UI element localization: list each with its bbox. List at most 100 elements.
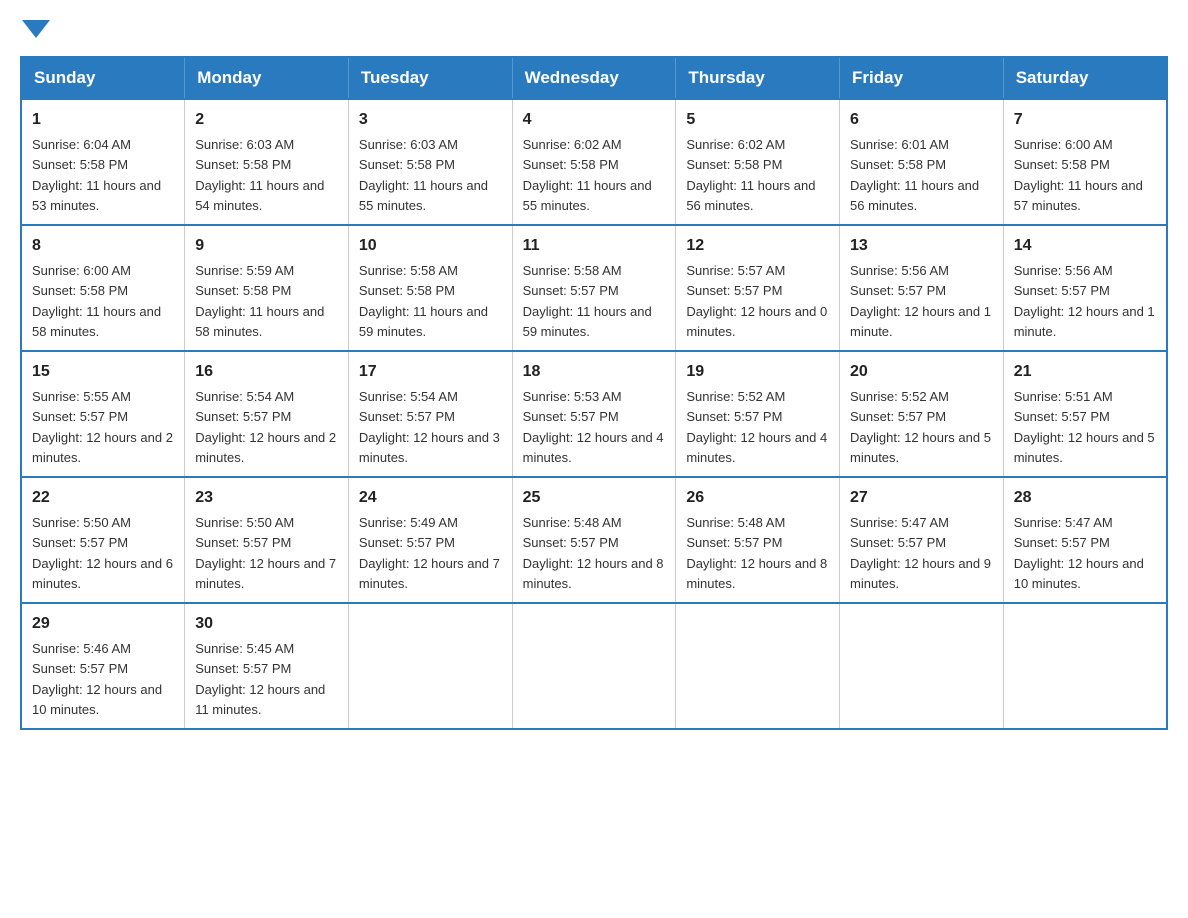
day-info: Sunrise: 5:59 AMSunset: 5:58 PMDaylight:… [195, 263, 324, 339]
calendar-cell: 13 Sunrise: 5:56 AMSunset: 5:57 PMDaylig… [840, 225, 1004, 351]
header-monday: Monday [185, 57, 349, 99]
day-info: Sunrise: 5:53 AMSunset: 5:57 PMDaylight:… [523, 389, 664, 465]
calendar-week-row: 22 Sunrise: 5:50 AMSunset: 5:57 PMDaylig… [21, 477, 1167, 603]
day-number: 23 [195, 486, 338, 510]
calendar-cell: 8 Sunrise: 6:00 AMSunset: 5:58 PMDayligh… [21, 225, 185, 351]
day-info: Sunrise: 5:57 AMSunset: 5:57 PMDaylight:… [686, 263, 827, 339]
header-friday: Friday [840, 57, 1004, 99]
day-info: Sunrise: 5:47 AMSunset: 5:57 PMDaylight:… [1014, 515, 1144, 591]
calendar-cell: 17 Sunrise: 5:54 AMSunset: 5:57 PMDaylig… [348, 351, 512, 477]
day-info: Sunrise: 5:52 AMSunset: 5:57 PMDaylight:… [850, 389, 991, 465]
header-thursday: Thursday [676, 57, 840, 99]
day-number: 14 [1014, 234, 1156, 258]
calendar-cell: 10 Sunrise: 5:58 AMSunset: 5:58 PMDaylig… [348, 225, 512, 351]
calendar-header: Sunday Monday Tuesday Wednesday Thursday… [21, 57, 1167, 99]
day-number: 1 [32, 108, 174, 132]
calendar-cell: 1 Sunrise: 6:04 AMSunset: 5:58 PMDayligh… [21, 99, 185, 225]
day-number: 16 [195, 360, 338, 384]
day-info: Sunrise: 5:52 AMSunset: 5:57 PMDaylight:… [686, 389, 827, 465]
calendar-cell: 7 Sunrise: 6:00 AMSunset: 5:58 PMDayligh… [1003, 99, 1167, 225]
day-info: Sunrise: 5:51 AMSunset: 5:57 PMDaylight:… [1014, 389, 1155, 465]
calendar-cell: 19 Sunrise: 5:52 AMSunset: 5:57 PMDaylig… [676, 351, 840, 477]
calendar-cell: 27 Sunrise: 5:47 AMSunset: 5:57 PMDaylig… [840, 477, 1004, 603]
calendar-week-row: 15 Sunrise: 5:55 AMSunset: 5:57 PMDaylig… [21, 351, 1167, 477]
day-info: Sunrise: 6:03 AMSunset: 5:58 PMDaylight:… [359, 137, 488, 213]
calendar-cell: 20 Sunrise: 5:52 AMSunset: 5:57 PMDaylig… [840, 351, 1004, 477]
day-number: 19 [686, 360, 829, 384]
day-info: Sunrise: 6:01 AMSunset: 5:58 PMDaylight:… [850, 137, 979, 213]
day-number: 15 [32, 360, 174, 384]
day-info: Sunrise: 5:46 AMSunset: 5:57 PMDaylight:… [32, 641, 162, 717]
calendar-cell: 3 Sunrise: 6:03 AMSunset: 5:58 PMDayligh… [348, 99, 512, 225]
day-number: 24 [359, 486, 502, 510]
day-number: 20 [850, 360, 993, 384]
day-info: Sunrise: 6:04 AMSunset: 5:58 PMDaylight:… [32, 137, 161, 213]
day-info: Sunrise: 6:02 AMSunset: 5:58 PMDaylight:… [686, 137, 815, 213]
calendar-table: Sunday Monday Tuesday Wednesday Thursday… [20, 56, 1168, 730]
day-info: Sunrise: 5:56 AMSunset: 5:57 PMDaylight:… [1014, 263, 1155, 339]
header-row: Sunday Monday Tuesday Wednesday Thursday… [21, 57, 1167, 99]
calendar-cell: 28 Sunrise: 5:47 AMSunset: 5:57 PMDaylig… [1003, 477, 1167, 603]
calendar-cell: 9 Sunrise: 5:59 AMSunset: 5:58 PMDayligh… [185, 225, 349, 351]
day-number: 22 [32, 486, 174, 510]
day-info: Sunrise: 5:58 AMSunset: 5:57 PMDaylight:… [523, 263, 652, 339]
calendar-week-row: 29 Sunrise: 5:46 AMSunset: 5:57 PMDaylig… [21, 603, 1167, 729]
day-info: Sunrise: 5:54 AMSunset: 5:57 PMDaylight:… [359, 389, 500, 465]
calendar-cell: 11 Sunrise: 5:58 AMSunset: 5:57 PMDaylig… [512, 225, 676, 351]
day-number: 8 [32, 234, 174, 258]
header-tuesday: Tuesday [348, 57, 512, 99]
calendar-cell: 21 Sunrise: 5:51 AMSunset: 5:57 PMDaylig… [1003, 351, 1167, 477]
day-number: 13 [850, 234, 993, 258]
day-info: Sunrise: 6:02 AMSunset: 5:58 PMDaylight:… [523, 137, 652, 213]
day-info: Sunrise: 5:49 AMSunset: 5:57 PMDaylight:… [359, 515, 500, 591]
calendar-cell: 18 Sunrise: 5:53 AMSunset: 5:57 PMDaylig… [512, 351, 676, 477]
day-number: 2 [195, 108, 338, 132]
calendar-cell: 29 Sunrise: 5:46 AMSunset: 5:57 PMDaylig… [21, 603, 185, 729]
day-number: 5 [686, 108, 829, 132]
calendar-week-row: 8 Sunrise: 6:00 AMSunset: 5:58 PMDayligh… [21, 225, 1167, 351]
day-info: Sunrise: 5:45 AMSunset: 5:57 PMDaylight:… [195, 641, 325, 717]
calendar-cell: 23 Sunrise: 5:50 AMSunset: 5:57 PMDaylig… [185, 477, 349, 603]
calendar-cell: 14 Sunrise: 5:56 AMSunset: 5:57 PMDaylig… [1003, 225, 1167, 351]
day-number: 27 [850, 486, 993, 510]
day-number: 7 [1014, 108, 1156, 132]
day-info: Sunrise: 6:00 AMSunset: 5:58 PMDaylight:… [32, 263, 161, 339]
calendar-cell: 5 Sunrise: 6:02 AMSunset: 5:58 PMDayligh… [676, 99, 840, 225]
calendar-cell: 6 Sunrise: 6:01 AMSunset: 5:58 PMDayligh… [840, 99, 1004, 225]
logo [20, 20, 52, 40]
page-header [20, 20, 1168, 40]
day-number: 4 [523, 108, 666, 132]
calendar-cell [840, 603, 1004, 729]
day-number: 9 [195, 234, 338, 258]
day-info: Sunrise: 5:48 AMSunset: 5:57 PMDaylight:… [523, 515, 664, 591]
calendar-body: 1 Sunrise: 6:04 AMSunset: 5:58 PMDayligh… [21, 99, 1167, 729]
day-info: Sunrise: 5:55 AMSunset: 5:57 PMDaylight:… [32, 389, 173, 465]
calendar-cell [1003, 603, 1167, 729]
calendar-cell: 12 Sunrise: 5:57 AMSunset: 5:57 PMDaylig… [676, 225, 840, 351]
header-saturday: Saturday [1003, 57, 1167, 99]
calendar-cell: 26 Sunrise: 5:48 AMSunset: 5:57 PMDaylig… [676, 477, 840, 603]
day-info: Sunrise: 5:47 AMSunset: 5:57 PMDaylight:… [850, 515, 991, 591]
day-number: 28 [1014, 486, 1156, 510]
calendar-cell: 15 Sunrise: 5:55 AMSunset: 5:57 PMDaylig… [21, 351, 185, 477]
day-number: 10 [359, 234, 502, 258]
day-info: Sunrise: 5:50 AMSunset: 5:57 PMDaylight:… [32, 515, 173, 591]
day-info: Sunrise: 5:58 AMSunset: 5:58 PMDaylight:… [359, 263, 488, 339]
calendar-cell [676, 603, 840, 729]
day-info: Sunrise: 5:56 AMSunset: 5:57 PMDaylight:… [850, 263, 991, 339]
day-number: 6 [850, 108, 993, 132]
day-number: 26 [686, 486, 829, 510]
calendar-cell: 4 Sunrise: 6:02 AMSunset: 5:58 PMDayligh… [512, 99, 676, 225]
calendar-cell [512, 603, 676, 729]
header-wednesday: Wednesday [512, 57, 676, 99]
day-number: 11 [523, 234, 666, 258]
calendar-cell: 24 Sunrise: 5:49 AMSunset: 5:57 PMDaylig… [348, 477, 512, 603]
calendar-cell: 16 Sunrise: 5:54 AMSunset: 5:57 PMDaylig… [185, 351, 349, 477]
header-sunday: Sunday [21, 57, 185, 99]
day-number: 17 [359, 360, 502, 384]
day-info: Sunrise: 6:03 AMSunset: 5:58 PMDaylight:… [195, 137, 324, 213]
day-number: 25 [523, 486, 666, 510]
day-number: 29 [32, 612, 174, 636]
calendar-cell [348, 603, 512, 729]
day-number: 18 [523, 360, 666, 384]
